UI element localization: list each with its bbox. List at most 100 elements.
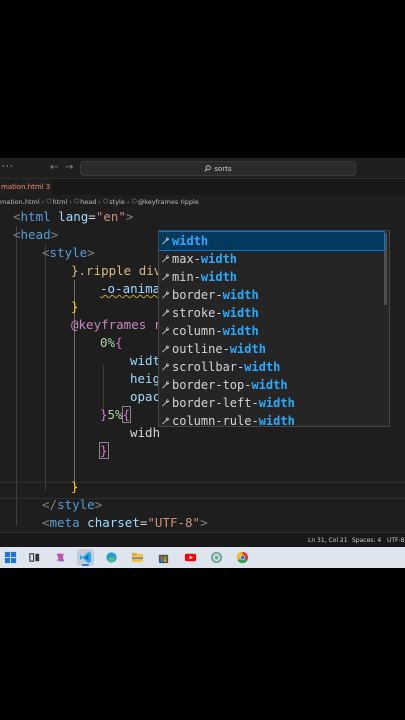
search-text: sorts bbox=[214, 164, 232, 173]
suggestion-match: width bbox=[222, 288, 259, 302]
code-line: } bbox=[99, 442, 109, 459]
breadcrumb-item-style[interactable]: style bbox=[109, 198, 125, 206]
status-encoding[interactable]: UTF-8 bbox=[387, 537, 405, 544]
suggestion-match: width bbox=[229, 342, 266, 356]
tab-problem-count: 3 bbox=[45, 183, 51, 191]
code-line: <head> bbox=[13, 227, 59, 242]
command-center-search[interactable]: sorts bbox=[80, 161, 356, 176]
suggestion-item[interactable]: border-top-width bbox=[159, 376, 384, 394]
suggestion-prefix: outline- bbox=[172, 342, 230, 356]
code-line: <meta charset="UTF-8"> bbox=[42, 515, 208, 530]
indent-guide bbox=[45, 244, 46, 490]
forward-arrow-icon[interactable]: → bbox=[65, 162, 73, 173]
suggestion-prefix: scrollbar- bbox=[172, 360, 245, 374]
code-line: -o-anima bbox=[100, 281, 161, 296]
vscode-icon[interactable] bbox=[77, 549, 94, 566]
tab-bar: mation.html 3 bbox=[0, 179, 405, 195]
suggestion-prefix: max- bbox=[172, 252, 201, 266]
edge-icon[interactable] bbox=[103, 549, 120, 566]
suggestion-match: width bbox=[222, 306, 259, 320]
code-line: widt bbox=[130, 353, 161, 368]
suggestion-item[interactable]: column-rule-width bbox=[159, 412, 384, 427]
active-app-indicator bbox=[82, 564, 89, 566]
code-line: </style> bbox=[42, 497, 103, 512]
suggestion-item[interactable]: outline-width bbox=[159, 340, 384, 358]
code-line: <html lang="en"> bbox=[13, 209, 134, 224]
task-view-icon[interactable] bbox=[26, 549, 43, 566]
tab-filename: mation.html bbox=[1, 183, 44, 191]
suggestion-match: width bbox=[258, 414, 295, 427]
breadcrumb-item-keyframes[interactable]: @keyframes ripple bbox=[138, 198, 199, 206]
suggestion-prefix: column- bbox=[172, 324, 223, 338]
suggestion-item[interactable]: min-width bbox=[159, 268, 384, 286]
breadcrumb-item-html[interactable]: html bbox=[53, 198, 68, 206]
code-line: } bbox=[71, 479, 79, 494]
element-icon: ⬡ bbox=[103, 198, 109, 205]
suggestion-match: width bbox=[200, 270, 238, 284]
suggestion-prefix: border- bbox=[172, 288, 223, 302]
suggestion-match: width bbox=[244, 360, 281, 374]
search-icon bbox=[204, 165, 212, 172]
wrench-icon bbox=[162, 237, 170, 245]
suggestion-prefix: border-left- bbox=[172, 396, 259, 410]
code-line: heig bbox=[130, 371, 161, 386]
chrome-icon[interactable] bbox=[234, 549, 251, 566]
code-line: @keyframes r bbox=[71, 317, 162, 332]
menu-icon[interactable]: ··· bbox=[2, 162, 14, 172]
suggestion-match: width bbox=[222, 324, 259, 338]
suggestion-match: width bbox=[258, 396, 295, 410]
tab-active-file[interactable]: mation.html 3 bbox=[0, 179, 52, 195]
code-line: } bbox=[71, 299, 79, 314]
wrench-icon bbox=[162, 327, 170, 335]
wrench-icon bbox=[162, 273, 170, 281]
status-cursor-position[interactable]: Ln 31, Col 21 bbox=[308, 537, 348, 544]
suggestion-item[interactable]: border-left-width bbox=[159, 394, 384, 412]
code-line: }5%{ bbox=[100, 406, 132, 423]
store-icon[interactable] bbox=[155, 549, 172, 566]
suggestion-item[interactable]: border-width bbox=[159, 286, 384, 304]
breadcrumb-separator-icon: › bbox=[41, 197, 45, 206]
code-line: }.ripple div bbox=[71, 263, 162, 278]
element-icon: ⬡ bbox=[131, 198, 137, 205]
suggestion-item[interactable]: stroke-width bbox=[159, 304, 384, 322]
chatgpt-icon[interactable] bbox=[208, 549, 225, 566]
suggestion-item[interactable]: width bbox=[159, 231, 385, 251]
vscode-window: ··· ← → sorts mation.html 3 mation.html … bbox=[0, 158, 405, 568]
status-bar: Ln 31, Col 21 Spaces: 4 UTF-8 bbox=[0, 532, 405, 547]
suggestion-prefix: column-rule- bbox=[172, 414, 259, 427]
breadcrumb-separator-icon: › bbox=[69, 197, 72, 206]
wrench-icon bbox=[162, 399, 170, 407]
wrench-icon bbox=[162, 291, 170, 299]
suggestion-match: width bbox=[251, 378, 288, 392]
file-explorer-icon[interactable] bbox=[129, 549, 146, 566]
suggestion-match: width bbox=[200, 252, 238, 266]
status-indentation[interactable]: Spaces: 4 bbox=[352, 537, 381, 544]
suggestion-item[interactable]: column-width bbox=[159, 322, 384, 340]
breadcrumb-item-head[interactable]: head bbox=[80, 198, 96, 206]
code-line: opac bbox=[130, 389, 161, 404]
code-line: 0%{ bbox=[100, 335, 123, 350]
windows-taskbar bbox=[0, 547, 405, 568]
code-line-current: widh bbox=[130, 425, 161, 440]
breadcrumb-separator-icon: › bbox=[98, 197, 102, 206]
back-arrow-icon[interactable]: ← bbox=[50, 162, 58, 173]
start-icon[interactable] bbox=[2, 549, 19, 566]
wrench-icon bbox=[162, 309, 170, 317]
breadcrumb: mation.html › ⬡ html › ⬡ head › ⬡ style … bbox=[0, 195, 405, 208]
suggestion-match: width bbox=[172, 234, 209, 248]
wrench-icon bbox=[162, 381, 170, 389]
wrench-icon bbox=[162, 417, 170, 425]
suggestion-item[interactable]: scrollbar-width bbox=[159, 358, 384, 376]
element-icon: ⬡ bbox=[46, 198, 52, 205]
youtube-icon[interactable] bbox=[182, 549, 199, 566]
breadcrumb-separator-icon: › bbox=[126, 197, 130, 206]
breadcrumb-item-file[interactable]: mation.html bbox=[0, 198, 40, 206]
suggestions-scrollbar[interactable] bbox=[384, 233, 387, 305]
autocomplete-suggestions[interactable]: width max-width min-width border-width strok… bbox=[158, 230, 390, 427]
suggestion-prefix: min- bbox=[172, 270, 201, 284]
code-line: <style> bbox=[42, 245, 95, 260]
suggestion-prefix: stroke- bbox=[172, 306, 223, 320]
copilot-icon[interactable] bbox=[52, 549, 69, 566]
suggestion-item[interactable]: max-width bbox=[159, 250, 384, 268]
wrench-icon bbox=[162, 255, 170, 263]
